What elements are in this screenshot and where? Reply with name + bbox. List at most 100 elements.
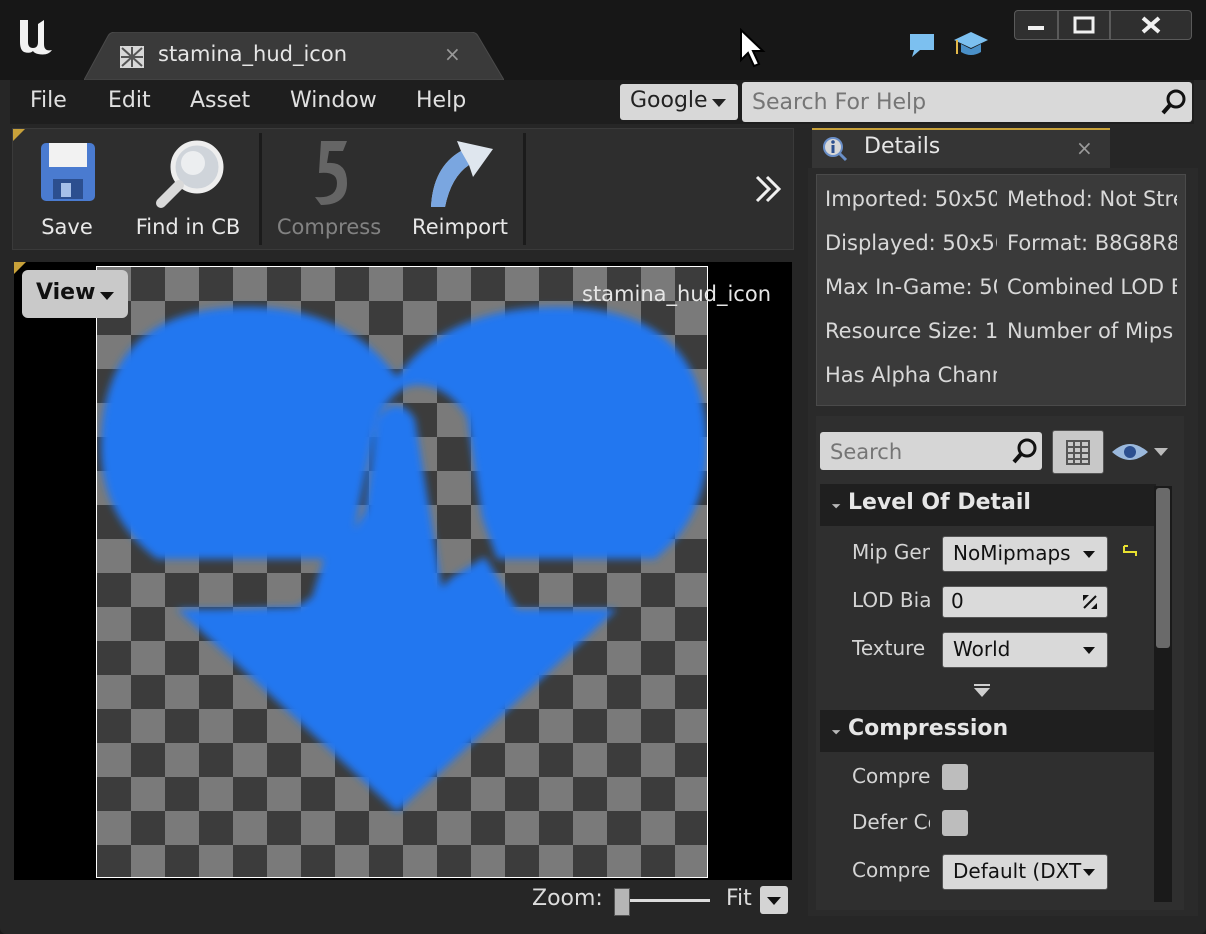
properties-search-input[interactable]: [828, 436, 1012, 468]
menu-window[interactable]: Window: [290, 88, 377, 113]
magnifier-icon: [156, 140, 224, 208]
minimize-icon: [1028, 26, 1044, 30]
search-icon[interactable]: [1010, 436, 1040, 466]
texture-info-box: Imported: 50x50 Displayed: 50x50 Max In-…: [816, 174, 1186, 406]
prop-name-defer-compression: Defer Compression: [852, 810, 930, 834]
chevron-down-icon: [767, 897, 781, 905]
chevron-double-right-icon[interactable]: [753, 171, 785, 207]
search-provider-label: Google: [630, 88, 708, 113]
help-search-input[interactable]: [750, 86, 1154, 118]
texture-preview: [96, 266, 708, 878]
info-imported: Imported: 50x50: [825, 187, 997, 211]
chevron-down-icon: [712, 99, 726, 107]
info-method: Method: Not Streamed: [1007, 187, 1177, 211]
number-value: 0: [951, 589, 964, 613]
texture-editor-window: stamina_hud_icon × File Edit Asset Windo…: [0, 0, 1206, 934]
details-tab-label: Details: [864, 134, 941, 159]
zoom-dropdown[interactable]: [760, 886, 788, 914]
grid-icon: [1066, 440, 1090, 465]
toolbar-corner-marker: [13, 129, 25, 141]
find-in-cb-label: Find in CB: [135, 215, 241, 239]
mip-gen-settings-dropdown[interactable]: NoMipmaps: [942, 536, 1108, 572]
close-icon: [1141, 16, 1161, 34]
zoom-bar: Zoom: Fit: [14, 880, 792, 920]
scrollbar-thumb[interactable]: [1156, 488, 1170, 648]
maximize-button[interactable]: [1058, 10, 1110, 40]
texture-asset-icon: [120, 46, 144, 68]
show-advanced-toggle-icon[interactable]: [972, 684, 992, 698]
details-scrollbar[interactable]: [1154, 486, 1172, 902]
info-displayed: Displayed: 50x50: [825, 231, 997, 255]
chevron-down-icon: [1083, 551, 1095, 558]
menu-help[interactable]: Help: [416, 88, 466, 113]
compress-button[interactable]: Compress: [269, 135, 389, 243]
minimize-button[interactable]: [1014, 10, 1058, 40]
compress-without-alpha-checkbox[interactable]: [942, 764, 968, 790]
menu-bar: File Edit Asset Window Help Google: [10, 80, 1194, 124]
reimport-button[interactable]: Reimport: [405, 135, 515, 243]
reset-to-default-icon[interactable]: [1120, 542, 1140, 562]
reimport-label: Reimport: [412, 215, 508, 239]
collapse-triangle-icon: [827, 721, 841, 735]
texture-group-dropdown[interactable]: World: [942, 632, 1108, 668]
asset-tab-label: stamina_hud_icon: [158, 42, 347, 66]
info-number-of-mips: Number of Mips: [1007, 319, 1174, 343]
compression-settings-dropdown[interactable]: Default (DXT1/5): [942, 854, 1108, 890]
tab-close-button[interactable]: ×: [1076, 136, 1093, 160]
lod-bias-number-input[interactable]: 0: [942, 586, 1108, 618]
properties-search-box: [820, 432, 1042, 470]
defer-compression-checkbox[interactable]: [942, 810, 968, 836]
prop-name-compress-without-alpha: Compress Without Alpha: [852, 764, 930, 788]
zoom-slider-handle[interactable]: [614, 888, 630, 916]
category-compression[interactable]: Compression: [820, 710, 1156, 752]
dropdown-value: World: [953, 637, 1011, 661]
category-level-of-detail[interactable]: Level Of Detail: [820, 484, 1156, 526]
eye-icon: [1112, 444, 1168, 460]
toolbar: Save Find in CB Compress Reimport: [12, 128, 794, 250]
maximize-icon: [1073, 16, 1095, 34]
toolbar-separator: [523, 133, 526, 245]
chevron-down-icon: [100, 292, 114, 300]
info-format: Format: B8G8R8A8: [1007, 231, 1177, 255]
menu-asset[interactable]: Asset: [190, 88, 250, 113]
mouse-cursor-icon: [740, 28, 766, 68]
search-icon[interactable]: [1160, 88, 1188, 116]
search-provider-dropdown[interactable]: Google: [620, 84, 738, 120]
property-matrix-button[interactable]: [1052, 430, 1104, 474]
compress-label: Compress: [276, 215, 382, 239]
info-resource-size: Resource Size: 1: [825, 319, 997, 343]
details-tab[interactable]: Details ×: [812, 128, 1110, 170]
heart-pulse-texture: [101, 307, 707, 812]
view-button-label: View: [36, 280, 96, 305]
prop-name-compression-settings: Compression Settings: [852, 858, 930, 882]
toolbar-separator: [259, 133, 262, 245]
dropdown-value: Default (DXT1/5): [953, 859, 1083, 883]
menu-edit[interactable]: Edit: [108, 88, 151, 113]
help-search-box: [742, 82, 1192, 122]
asset-tab[interactable]: stamina_hud_icon ×: [84, 32, 504, 80]
info-has-alpha: Has Alpha Channel: [825, 363, 997, 387]
unreal-logo-icon: [20, 20, 52, 55]
zoom-label: Zoom:: [532, 886, 603, 911]
collapse-triangle-icon: [827, 495, 841, 509]
floppy-disk-icon: [41, 143, 95, 201]
prop-name-mip-gen: Mip Gen Settings: [852, 540, 930, 564]
tab-close-button[interactable]: ×: [444, 42, 461, 66]
feedback-icon[interactable]: [906, 30, 938, 60]
save-button[interactable]: Save: [27, 135, 107, 243]
category-title: Compression: [848, 716, 1009, 741]
save-label: Save: [41, 215, 93, 239]
texture-viewport[interactable]: View stamina_hud_icon: [14, 262, 792, 880]
category-title: Level Of Detail: [848, 490, 1031, 515]
chevron-down-icon: [1083, 647, 1095, 654]
visibility-options-button[interactable]: [1110, 438, 1172, 466]
zoom-value: Fit: [726, 886, 752, 911]
prop-name-texture-group: Texture Group: [852, 636, 930, 660]
close-window-button[interactable]: [1110, 10, 1192, 40]
find-in-cb-button[interactable]: Find in CB: [123, 135, 253, 243]
reimport-icon: [431, 141, 493, 207]
tutorial-cap-icon[interactable]: [952, 28, 990, 60]
view-options-button[interactable]: View: [22, 270, 128, 318]
menu-file[interactable]: File: [30, 88, 67, 113]
compress-icon: [315, 141, 347, 205]
